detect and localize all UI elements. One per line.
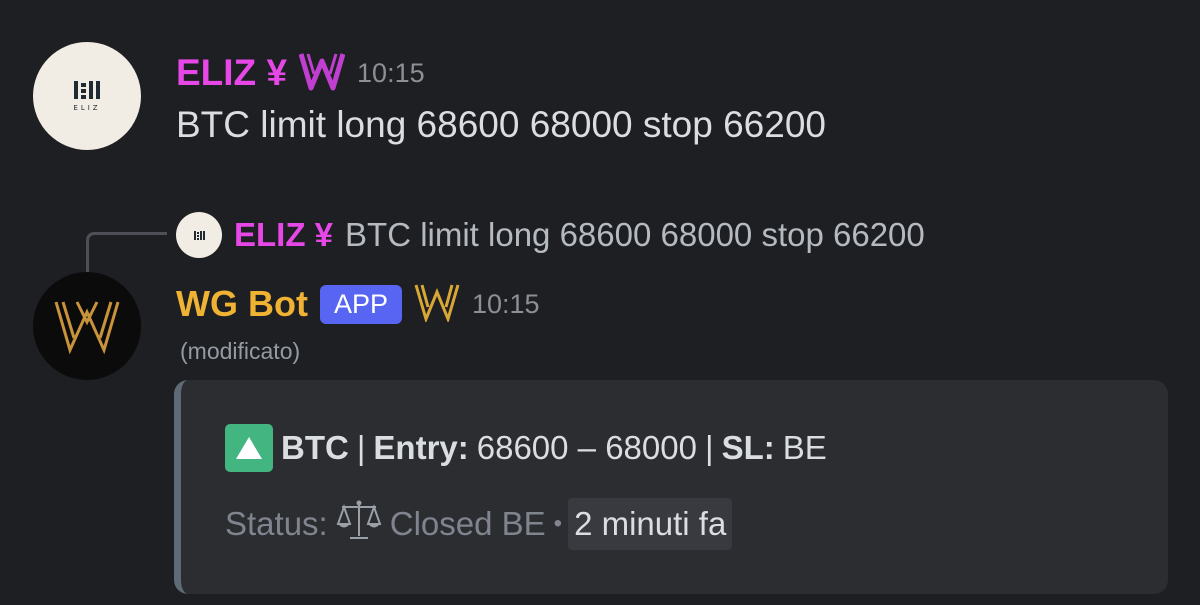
sl-label: SL: <box>721 429 775 466</box>
edited-label[interactable]: (modificato) <box>180 338 300 365</box>
reply-avatar <box>176 212 222 258</box>
avatar-wordmark: ELIZ <box>73 103 101 112</box>
message-header: ELIZ ¥ 10:15 <box>176 48 425 98</box>
message-timestamp[interactable]: 10:15 <box>357 58 425 89</box>
reply-preview[interactable]: ELIZ ¥ BTC limit long 68600 68000 stop 6… <box>176 212 925 258</box>
signal-embed: BTC | Entry: 68600 – 68000 | SL: BE Stat… <box>174 380 1168 594</box>
reply-text[interactable]: BTC limit long 68600 68000 stop 66200 <box>345 216 925 254</box>
app-badge: APP <box>319 284 402 324</box>
message-content: BTC limit long 68600 68000 stop 66200 <box>176 104 826 145</box>
eliz-logo-icon <box>193 230 205 240</box>
reply-connector <box>86 232 167 273</box>
embed-asset: BTC <box>281 429 349 466</box>
eliz-logo-icon <box>74 80 100 99</box>
entry-label: Entry: <box>373 429 469 466</box>
w-role-icon[interactable] <box>298 51 346 95</box>
reply-author-name[interactable]: ELIZ ¥ <box>234 216 333 254</box>
message-header: WG Bot APP 10:15 <box>176 280 540 328</box>
bullet-separator: • <box>553 510 563 537</box>
separator: | <box>704 429 714 466</box>
relative-timestamp[interactable]: 2 minuti fa <box>568 498 733 550</box>
embed-title: BTC | Entry: 68600 – 68000 | SL: BE <box>225 424 827 472</box>
author-name[interactable]: ELIZ ¥ <box>176 52 287 94</box>
separator: | <box>356 429 366 466</box>
w-role-icon[interactable] <box>414 282 460 326</box>
wg-logo-icon <box>54 301 120 355</box>
entry-value: 68600 – 68000 <box>476 429 697 466</box>
status-label: Status: <box>225 505 328 542</box>
chat-view: ELIZ ELIZ ¥ 10:15 BTC limit long 68600 6… <box>0 0 1200 605</box>
sl-value: BE <box>782 429 827 466</box>
status-value: Closed BE <box>389 505 546 542</box>
up-arrow-icon <box>225 424 273 472</box>
message-timestamp[interactable]: 10:15 <box>472 289 540 320</box>
author-name[interactable]: WG Bot <box>176 283 308 325</box>
balance-scale-icon <box>336 498 382 550</box>
wg-bot-avatar[interactable] <box>33 272 141 380</box>
eliz-avatar[interactable]: ELIZ <box>33 42 141 150</box>
embed-status: Status: Closed BE • 2 minuti fa <box>225 498 733 550</box>
